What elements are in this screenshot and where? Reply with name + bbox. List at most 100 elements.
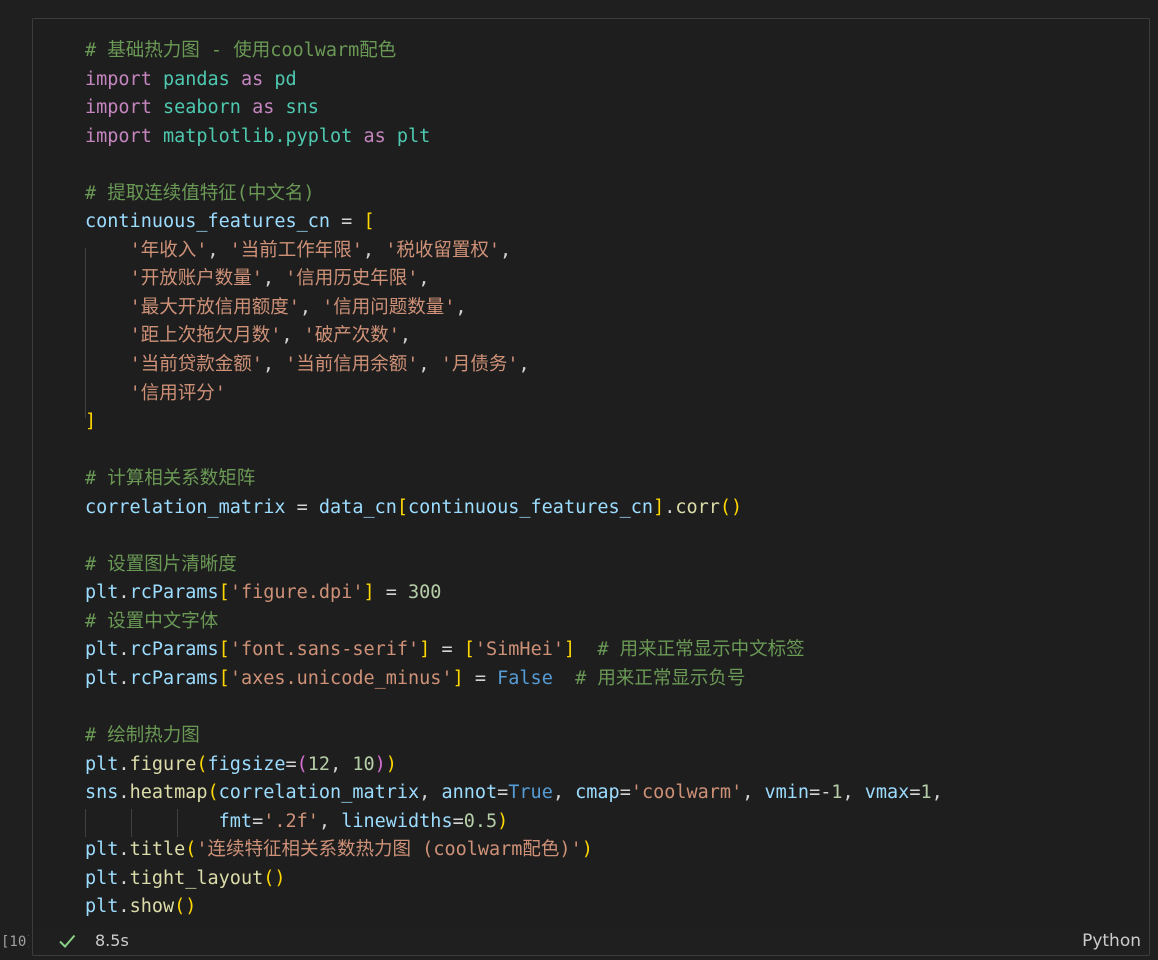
code-line[interactable]: plt.rcParams['font.sans-serif'] = ['SimH… bbox=[85, 636, 943, 665]
code-token: . bbox=[118, 582, 130, 604]
code-token: # 设置中文字体 bbox=[85, 610, 219, 632]
code-token: plt bbox=[85, 639, 119, 661]
code-token: as bbox=[363, 125, 386, 147]
code-token: '破产次数' bbox=[303, 325, 400, 347]
code-line[interactable]: correlation_matrix = data_cn[continuous_… bbox=[85, 494, 943, 523]
code-token: , bbox=[742, 782, 765, 804]
code-line[interactable]: plt.rcParams['figure.dpi'] = 300 bbox=[85, 579, 943, 608]
code-token: False bbox=[497, 668, 553, 690]
code-line[interactable]: '开放账户数量', '信用历史年限', bbox=[85, 265, 943, 294]
code-line[interactable]: '当前贷款金额', '当前信用余额', '月债务', bbox=[85, 351, 943, 380]
code-token: '信用评分' bbox=[129, 382, 226, 404]
code-line[interactable]: # 提取连续值特征(中文名) bbox=[85, 180, 943, 209]
code-line[interactable]: fmt='.2f', linewidths=0.5) bbox=[85, 808, 943, 837]
code-token: , bbox=[418, 354, 441, 376]
code-token: import bbox=[85, 68, 152, 90]
code-line[interactable]: # 计算相关系数矩阵 bbox=[85, 465, 943, 494]
code-token: 'coolwarm' bbox=[630, 782, 743, 804]
code-token: 10 bbox=[352, 753, 375, 775]
code-line[interactable]: ] bbox=[85, 408, 943, 437]
code-token: 12 bbox=[307, 753, 331, 775]
code-token: = bbox=[285, 753, 297, 775]
code-line[interactable]: # 基础热力图 - 使用coolwarm配色 bbox=[85, 37, 943, 66]
code-token: '开放账户数量' bbox=[129, 268, 263, 290]
execution-count: [10] bbox=[1, 934, 29, 950]
code-line[interactable]: import seaborn as sns bbox=[85, 94, 943, 123]
code-token: show bbox=[129, 896, 175, 918]
code-line[interactable]: import matplotlib.pyplot as plt bbox=[85, 123, 943, 152]
code-line[interactable]: ​ bbox=[85, 694, 943, 723]
code-token: tight_layout bbox=[129, 867, 264, 889]
code-line[interactable]: sns.heatmap(correlation_matrix, annot=Tr… bbox=[85, 779, 943, 808]
code-line[interactable]: # 设置图片清晰度 bbox=[85, 551, 943, 580]
code-token: ] bbox=[363, 582, 375, 604]
code-line[interactable]: plt.rcParams['axes.unicode_minus'] = Fal… bbox=[85, 665, 943, 694]
code-token: = bbox=[330, 211, 364, 233]
language-label[interactable]: Python bbox=[1082, 931, 1141, 951]
code-token: ) bbox=[385, 753, 397, 775]
code-token: rcParams bbox=[129, 639, 219, 661]
code-token: 'font.sans-serif' bbox=[229, 639, 420, 661]
code-token: ] bbox=[85, 411, 97, 433]
code-token: plt bbox=[85, 839, 119, 861]
code-line[interactable]: '距上次拖欠月数', '破产次数', bbox=[85, 322, 943, 351]
code-token: 300 bbox=[408, 582, 442, 604]
code-token: = bbox=[252, 810, 264, 832]
code-line[interactable]: '最大开放信用额度', '信用问题数量', bbox=[85, 294, 943, 323]
code-token: = bbox=[463, 668, 498, 690]
code-line[interactable]: continuous_features_cn = [ bbox=[85, 208, 943, 237]
code-token: '当前贷款金额' bbox=[129, 354, 263, 376]
code-token: '税收留置权' bbox=[385, 239, 500, 261]
code-token: data_cn bbox=[318, 496, 397, 518]
code-token: rcParams bbox=[129, 668, 219, 690]
code-token: ] bbox=[563, 639, 576, 661]
code-token: correlation_matrix bbox=[218, 782, 420, 804]
code-token: as bbox=[252, 97, 275, 119]
code-line[interactable]: # 绘制热力图 bbox=[85, 722, 943, 751]
code-token: , bbox=[362, 239, 386, 261]
code-line[interactable]: ​ bbox=[85, 151, 943, 180]
code-token: = bbox=[497, 782, 509, 804]
code-token: vmin bbox=[764, 782, 810, 804]
code-block[interactable]: # 基础热力图 - 使用coolwarm配色 import pandas as p… bbox=[85, 37, 943, 922]
code-token: 1 bbox=[920, 782, 932, 804]
code-editor[interactable]: # 基础热力图 - 使用coolwarm配色 import pandas as p… bbox=[33, 19, 1149, 929]
code-line[interactable]: import pandas as pd bbox=[85, 66, 943, 95]
code-token: pd bbox=[274, 68, 297, 90]
code-line[interactable]: '年收入', '当前工作年限', '税收留置权', bbox=[85, 237, 943, 266]
code-token: plt bbox=[85, 582, 119, 604]
code-token: # 绘制热力图 bbox=[85, 725, 200, 747]
code-token: [ bbox=[363, 211, 375, 233]
code-token: # 用来正常显示负号 bbox=[575, 668, 746, 690]
code-line[interactable]: plt.title('连续特征相关系数热力图 (coolwarm配色)') bbox=[85, 836, 943, 865]
notebook-cell[interactable]: # 基础热力图 - 使用coolwarm配色 import pandas as p… bbox=[1, 18, 1150, 956]
code-token: import bbox=[85, 97, 152, 119]
code-token: rcParams bbox=[129, 582, 219, 604]
code-token: , bbox=[330, 753, 353, 775]
code-line[interactable]: ​ bbox=[85, 437, 943, 466]
code-line[interactable]: ​ bbox=[85, 522, 943, 551]
code-token: figure bbox=[129, 753, 197, 775]
code-token: . bbox=[118, 668, 130, 690]
code-line[interactable]: '信用评分' bbox=[85, 380, 943, 409]
code-line[interactable]: plt.show() bbox=[85, 893, 943, 922]
code-token: , bbox=[418, 268, 430, 290]
code-token: [ bbox=[396, 496, 409, 518]
code-line[interactable]: plt.figure(figsize=(12, 10)) bbox=[85, 751, 943, 780]
code-line[interactable]: # 设置中文字体 bbox=[85, 608, 943, 637]
code-token: . bbox=[118, 896, 130, 918]
code-line[interactable]: plt.tight_layout() bbox=[85, 865, 943, 894]
code-token: import bbox=[85, 125, 152, 147]
code-token: # 用来正常显示中文标签 bbox=[597, 639, 805, 661]
